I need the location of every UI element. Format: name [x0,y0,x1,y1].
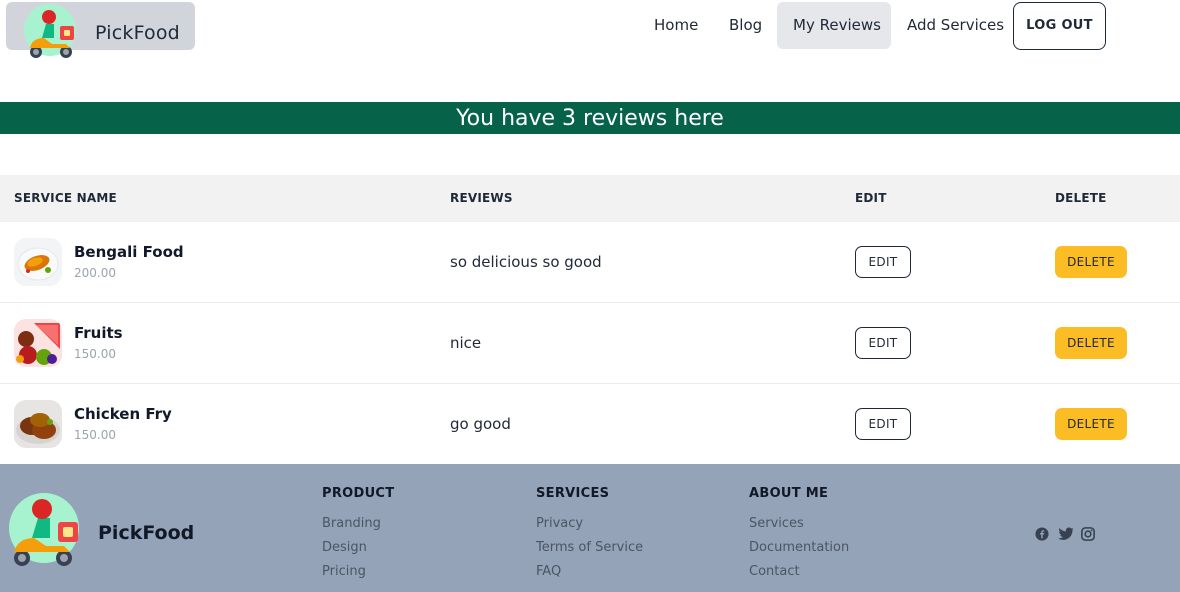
table-row: Bengali Food 200.00 so delicious so good… [0,222,1180,303]
logout-button[interactable]: LOG OUT [1013,2,1106,50]
footer-link-contact[interactable]: Contact [749,563,849,587]
edit-button[interactable]: EDIT [855,408,911,440]
chicken-fry-image [14,400,62,448]
brand-name: PickFood [95,22,180,44]
delete-button[interactable]: DELETE [1055,327,1127,359]
footer-column-title: ABOUT ME [749,486,829,501]
footer-column-title: SERVICES [536,486,610,501]
header-reviews: REVIEWS [450,191,513,205]
delivery-scooter-logo [9,493,79,566]
delivery-scooter-logo [24,4,76,58]
header-edit: EDIT [855,191,887,205]
review-text: so delicious so good [450,253,602,271]
footer-link-services[interactable]: Services [749,515,849,539]
twitter-icon[interactable] [1058,526,1074,542]
table-row: Fruits 150.00 nice EDIT DELETE [0,303,1180,384]
nav-home[interactable]: Home [638,2,714,49]
footer-column-about: ABOUT ME Services Documentation Contact [749,486,849,587]
fruits-image [14,319,62,367]
footer-link-branding[interactable]: Branding [322,515,394,539]
header-service-name: SERVICE NAME [14,191,117,205]
footer: PickFood PRODUCT Branding Design Pricing… [0,464,1180,592]
nav-blog[interactable]: Blog [713,2,778,49]
reviews-table: SERVICE NAME REVIEWS EDIT DELETE Bengali… [0,175,1180,465]
edit-button[interactable]: EDIT [855,327,911,359]
footer-link-terms[interactable]: Terms of Service [536,539,643,563]
nav-my-reviews[interactable]: My Reviews [777,2,891,49]
footer-link-pricing[interactable]: Pricing [322,563,394,587]
service-price: 150.00 [74,428,116,442]
footer-brand-name: PickFood [98,522,195,544]
footer-link-privacy[interactable]: Privacy [536,515,643,539]
facebook-icon[interactable] [1035,526,1051,542]
reviews-count-banner: You have 3 reviews here [0,102,1180,134]
navbar: PickFood Home Blog My Reviews Add Servic… [0,0,1180,58]
service-price: 200.00 [74,266,116,280]
service-name: Chicken Fry [74,405,172,423]
service-name: Fruits [74,324,123,342]
social-links [1035,526,1097,542]
instagram-icon[interactable] [1081,526,1097,542]
service-name: Bengali Food [74,243,184,261]
footer-link-design[interactable]: Design [322,539,394,563]
delete-button[interactable]: DELETE [1055,246,1127,278]
footer-column-product: PRODUCT Branding Design Pricing [322,486,394,587]
service-price: 150.00 [74,347,116,361]
footer-column-title: PRODUCT [322,486,395,501]
footer-column-services: SERVICES Privacy Terms of Service FAQ [536,486,643,587]
header-delete: DELETE [1055,191,1107,205]
review-text: go good [450,415,511,433]
footer-link-faq[interactable]: FAQ [536,563,643,587]
table-row: Chicken Fry 150.00 go good EDIT DELETE [0,384,1180,465]
delete-button[interactable]: DELETE [1055,408,1127,440]
review-text: nice [450,334,482,352]
brand-link[interactable]: PickFood [6,2,195,58]
edit-button[interactable]: EDIT [855,246,911,278]
nav-add-services[interactable]: Add Services [891,2,1020,49]
fish-curry-image [14,238,62,286]
table-header-row: SERVICE NAME REVIEWS EDIT DELETE [0,175,1180,222]
footer-link-documentation[interactable]: Documentation [749,539,849,563]
